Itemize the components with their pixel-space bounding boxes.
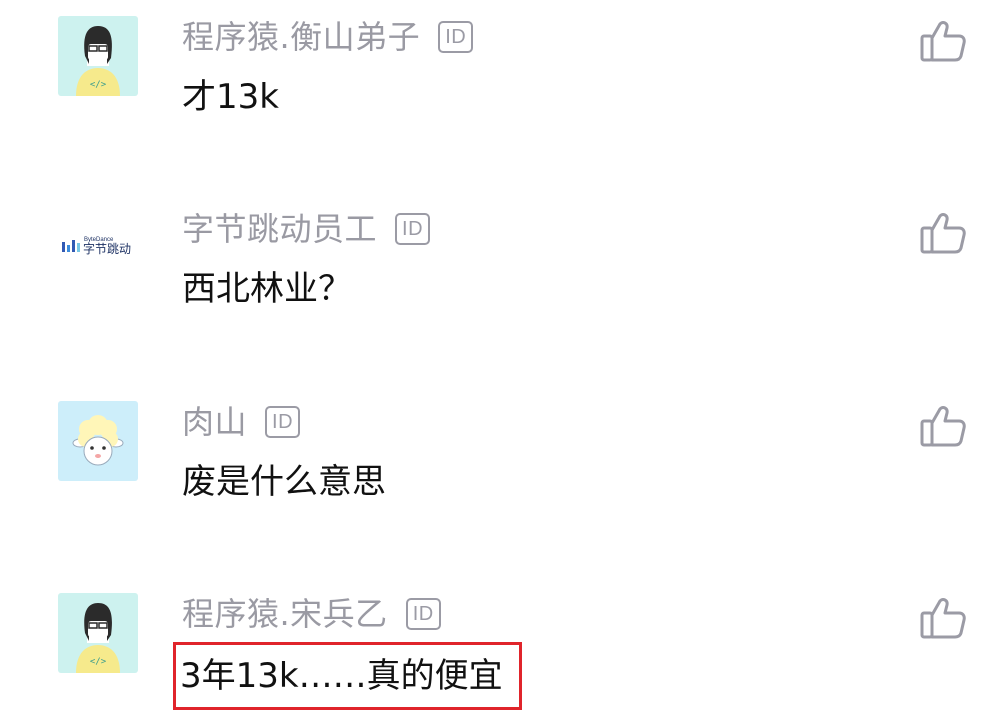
username-row: 字节跳动员工 ID [182, 209, 431, 249]
comment-text: 才13k [182, 77, 279, 117]
username[interactable]: 程序猿.宋兵乙 [182, 594, 388, 634]
username-row: 肉山 ID [182, 402, 301, 442]
comment-item: ByteDance 字节跳动 字节跳动员工 ID 西北林业？ [0, 192, 1000, 342]
id-badge: ID [395, 213, 431, 245]
thumbs-up-icon[interactable] [920, 597, 966, 639]
comment-text-highlighted: 3年13k……真的便宜 [173, 642, 522, 710]
svg-text:</>: </> [90, 657, 107, 667]
thumbs-up-icon[interactable] [920, 20, 966, 62]
comment-item: 肉山 ID 废是什么意思 [0, 385, 1000, 535]
comment-item: </> 程序猿.宋兵乙 ID 3年13k……真的便宜 [0, 577, 1000, 727]
id-badge: ID [405, 598, 441, 630]
thumbs-up-icon[interactable] [920, 212, 966, 254]
id-badge: ID [438, 21, 474, 53]
bytedance-logo[interactable]: ByteDance 字节跳动 [58, 208, 138, 288]
thumbs-up-icon[interactable] [920, 405, 966, 447]
username-row: 程序猿.衡山弟子 ID [182, 17, 474, 57]
programmer-avatar-icon[interactable]: </> [58, 16, 138, 96]
sheep-avatar-icon[interactable] [58, 401, 138, 481]
comment-text: 废是什么意思 [182, 462, 386, 502]
programmer-avatar-icon[interactable]: </> [58, 593, 138, 673]
username[interactable]: 肉山 [182, 402, 247, 442]
logo-text-cn: 字节跳动 [83, 241, 131, 256]
comment-text: 西北林业？ [182, 269, 352, 309]
username[interactable]: 程序猿.衡山弟子 [182, 17, 420, 57]
username-row: 程序猿.宋兵乙 ID [182, 594, 441, 634]
svg-text:</>: </> [90, 80, 107, 90]
username[interactable]: 字节跳动员工 [182, 209, 377, 249]
id-badge: ID [265, 406, 301, 438]
comment-item: </> 程序猿.衡山弟子 ID 才13k [0, 0, 1000, 150]
